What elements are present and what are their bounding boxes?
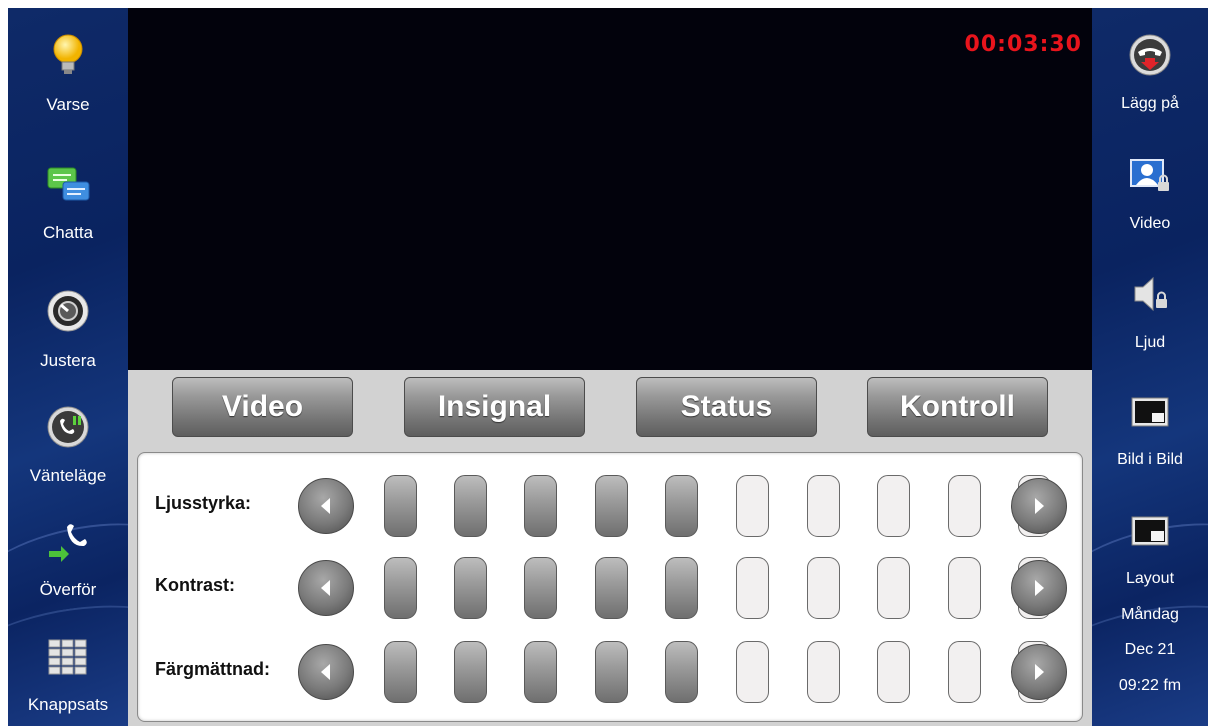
brightness-level-segment[interactable] — [736, 475, 769, 537]
ljud-button[interactable]: Ljud — [1092, 257, 1208, 369]
contrast-level-segment[interactable] — [384, 557, 417, 619]
chevron-left-icon — [321, 498, 330, 514]
chevron-right-icon — [1035, 664, 1044, 680]
vantelage-button[interactable]: Vänteläge — [8, 389, 128, 501]
tab-insignal[interactable]: Insignal — [404, 377, 585, 437]
video-settings-panel: Ljusstyrka: Kontrast: Färgmättnad: — [137, 452, 1083, 722]
lagg-pa-button[interactable]: Lägg på — [1092, 18, 1208, 130]
contrast-level-segment[interactable] — [807, 557, 840, 619]
chatta-button[interactable]: Chatta — [8, 146, 128, 258]
bild-i-bild-button[interactable]: Bild i Bild — [1092, 374, 1208, 486]
saturation-level-segment[interactable] — [736, 641, 769, 703]
transfer-icon — [45, 517, 91, 563]
layout-button[interactable]: Layout — [1092, 493, 1208, 605]
contrast-level-segment[interactable] — [665, 557, 698, 619]
brightness-level-segment[interactable] — [384, 475, 417, 537]
saturation-level-segment[interactable] — [524, 641, 557, 703]
contrast-level-segment[interactable] — [524, 557, 557, 619]
saturation-decrease-button[interactable] — [298, 644, 354, 700]
brightness-level-segment[interactable] — [877, 475, 910, 537]
video-mute-button[interactable]: Video — [1092, 138, 1208, 250]
brightness-level-segment[interactable] — [948, 475, 981, 537]
saturation-increase-button[interactable] — [1011, 644, 1067, 700]
brightness-decrease-button[interactable] — [298, 478, 354, 534]
justera-button[interactable]: Justera — [8, 274, 128, 386]
layout-label: Layout — [1125, 570, 1175, 587]
adjust-icon — [45, 288, 91, 334]
justera-label: Justera — [40, 351, 96, 370]
saturation-level-segment[interactable] — [665, 641, 698, 703]
tab-status[interactable]: Status — [636, 377, 817, 437]
varse-label: Varse — [46, 95, 90, 114]
contrast-label: Kontrast: — [155, 575, 235, 595]
video-lock-icon — [1127, 152, 1173, 198]
keypad-icon — [45, 632, 91, 678]
overfor-label: Överför — [39, 580, 97, 599]
brightness-level-segment[interactable] — [807, 475, 840, 537]
contrast-level-segment[interactable] — [736, 557, 769, 619]
audio-lock-icon — [1127, 271, 1173, 317]
saturation-level-segment[interactable] — [595, 641, 628, 703]
contrast-level-segment[interactable] — [948, 557, 981, 619]
lightbulb-icon — [45, 32, 91, 78]
right-sidebar: Lägg på Video Ljud Bild i Bild Layout Må… — [1092, 8, 1208, 726]
knappsats-label: Knappsats — [27, 695, 109, 714]
saturation-level-segment[interactable] — [948, 641, 981, 703]
call-timer: 00:03:30 — [964, 32, 1082, 57]
left-sidebar: Varse Chatta Justera Vänteläge Överför K… — [8, 8, 128, 726]
saturation-label: Färgmättnad: — [155, 659, 271, 679]
saturation-level-segment[interactable] — [877, 641, 910, 703]
day-label: Måndag — [1121, 606, 1179, 623]
video-mute-label: Video — [1129, 215, 1171, 232]
chat-icon — [45, 160, 91, 206]
vantelage-label: Vänteläge — [29, 466, 107, 485]
saturation-level-segment[interactable] — [454, 641, 487, 703]
brightness-level-segment[interactable] — [454, 475, 487, 537]
brightness-level-segment[interactable] — [665, 475, 698, 537]
contrast-level-segment[interactable] — [595, 557, 628, 619]
date-label: Dec 21 — [1124, 641, 1176, 658]
tab-kontroll[interactable]: Kontroll — [867, 377, 1048, 437]
hold-icon — [45, 403, 91, 449]
chevron-left-icon — [321, 664, 330, 680]
saturation-level-segment[interactable] — [384, 641, 417, 703]
knappsats-button[interactable]: Knappsats — [8, 618, 128, 726]
bild-i-bild-label: Bild i Bild — [1117, 451, 1183, 468]
brightness-level-segment[interactable] — [524, 475, 557, 537]
varse-button[interactable]: Varse — [8, 18, 128, 130]
brightness-level-segment[interactable] — [595, 475, 628, 537]
overfor-button[interactable]: Överför — [8, 503, 128, 615]
contrast-level-segment[interactable] — [454, 557, 487, 619]
time-label: 09:22 fm — [1118, 677, 1182, 694]
layout-icon — [1127, 507, 1173, 553]
chevron-right-icon — [1035, 498, 1044, 514]
hang-up-icon — [1127, 32, 1173, 78]
saturation-level-segment[interactable] — [807, 641, 840, 703]
chevron-left-icon — [321, 580, 330, 596]
contrast-level-segment[interactable] — [877, 557, 910, 619]
chevron-right-icon — [1035, 580, 1044, 596]
contrast-decrease-button[interactable] — [298, 560, 354, 616]
tab-video[interactable]: Video — [172, 377, 353, 437]
ljud-label: Ljud — [1134, 334, 1166, 351]
chatta-label: Chatta — [42, 223, 94, 242]
brightness-label: Ljusstyrka: — [155, 493, 252, 513]
contrast-increase-button[interactable] — [1011, 560, 1067, 616]
brightness-increase-button[interactable] — [1011, 478, 1067, 534]
lagg-pa-label: Lägg på — [1121, 95, 1179, 112]
picture-in-picture-icon — [1127, 388, 1173, 434]
video-display: 00:03:30 — [128, 8, 1092, 370]
